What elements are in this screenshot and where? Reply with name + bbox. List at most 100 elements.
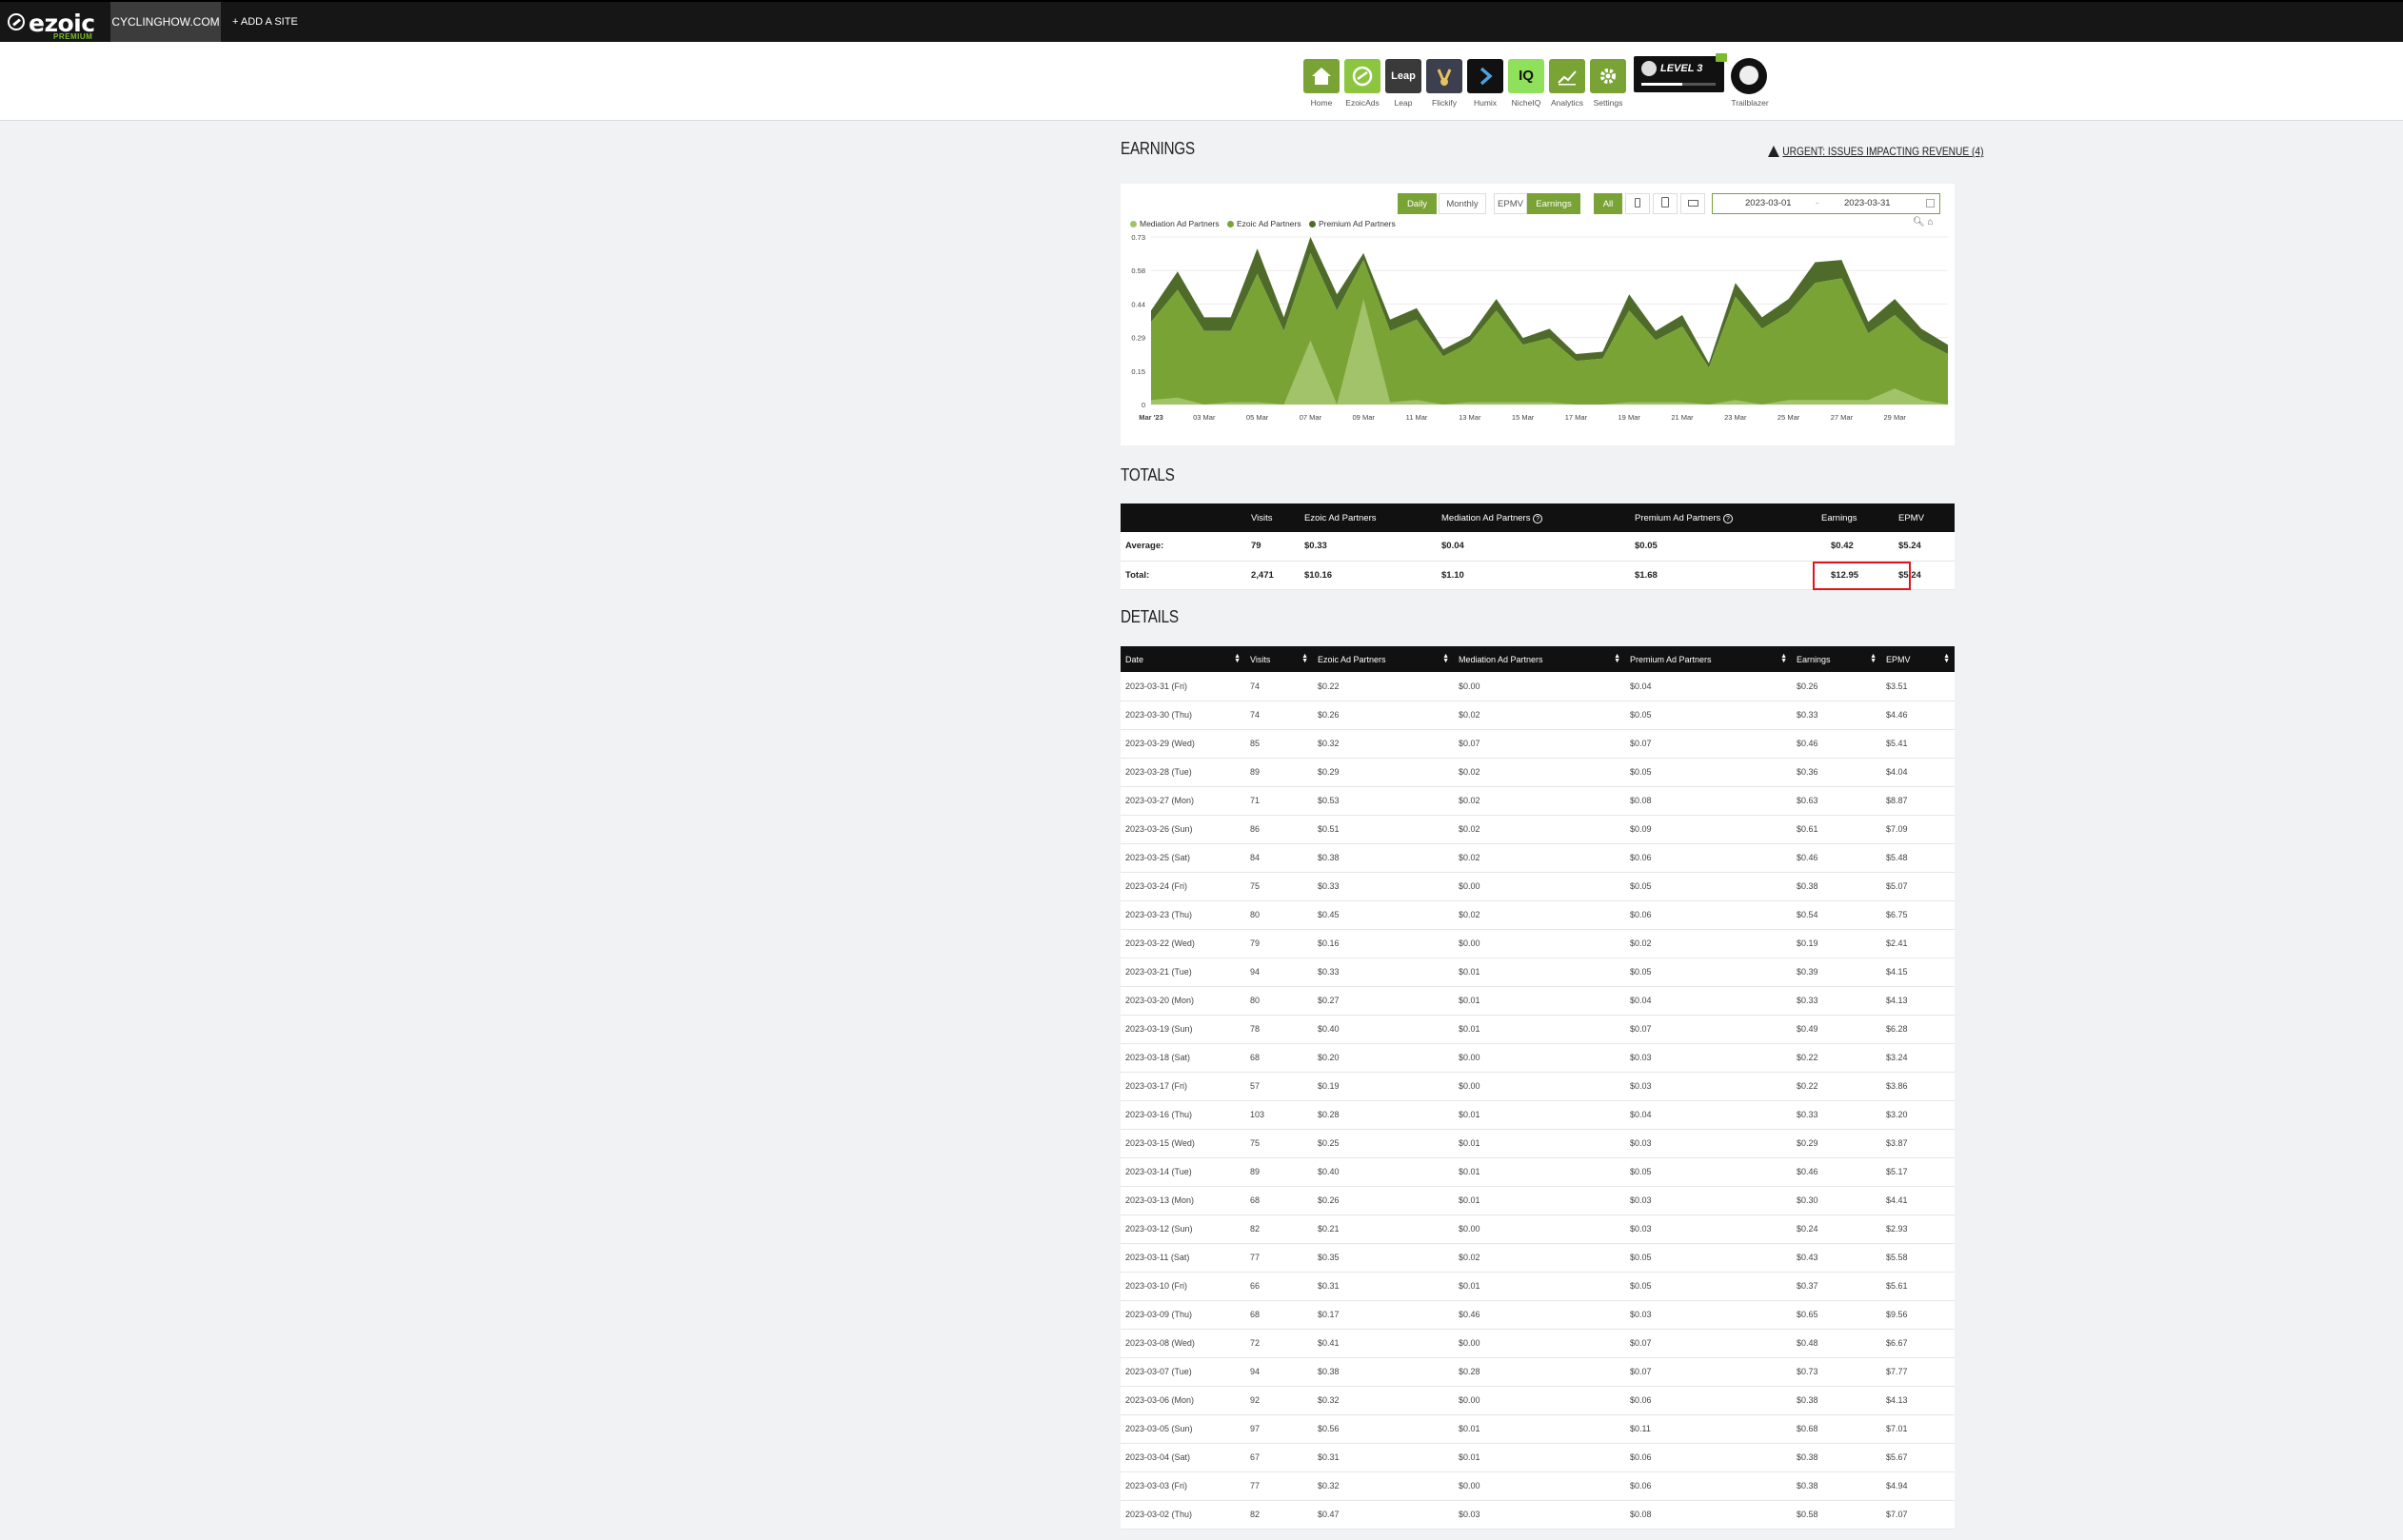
cell: $0.00: [1454, 1072, 1625, 1101]
cell: $2.93: [1881, 1214, 1955, 1244]
date-range-picker[interactable]: 2023-03-01 - 2023-03-31: [1712, 193, 1940, 214]
cell: $0.30: [1792, 1186, 1881, 1215]
trailblazer-avatar[interactable]: [1731, 58, 1767, 94]
cell: 72: [1245, 1329, 1313, 1358]
app-nicheiq[interactable]: IQ NicheIQ: [1507, 59, 1545, 108]
cell: $4.46: [1881, 701, 1955, 730]
legend-dot: [1130, 221, 1137, 227]
cell: 77: [1245, 1471, 1313, 1501]
cell: 80: [1245, 900, 1313, 930]
table-row: 2023-03-31 (Fri) 74 $0.22 $0.00 $0.04 $0.26 $3…: [1121, 672, 1955, 701]
cell: 79: [1245, 929, 1313, 958]
help-icon[interactable]: ?: [1722, 513, 1733, 523]
earnings-chart-card: Daily Monthly EPMV Earnings All 2023-03-…: [1121, 184, 1955, 445]
cell: $0.39: [1792, 958, 1881, 987]
cell: 57: [1245, 1072, 1313, 1101]
app-home[interactable]: Home: [1302, 59, 1341, 108]
sort-header-premium[interactable]: Premium Ad Partners ▲ ▼: [1625, 646, 1792, 672]
zoom-icon[interactable]: 🔍︎: [1913, 217, 1925, 227]
cell: $6.75: [1881, 900, 1955, 930]
add-site-link[interactable]: + ADD A SITE: [232, 2, 298, 42]
daily-button[interactable]: Daily: [1398, 193, 1437, 214]
cell: $0.53: [1313, 786, 1454, 816]
epmv-button[interactable]: EPMV: [1494, 193, 1527, 214]
legend-item-ezoic[interactable]: Ezoic Ad Partners: [1227, 219, 1301, 228]
sort-header-ezoic[interactable]: Ezoic Ad Partners ▲ ▼: [1313, 646, 1454, 672]
cell: 79: [1246, 532, 1300, 562]
cell: $0.47: [1313, 1500, 1454, 1530]
totals-header-mediation: Mediation Ad Partners ?: [1437, 503, 1630, 532]
cell: $0.17: [1313, 1300, 1454, 1330]
cell: $0.54: [1792, 900, 1881, 930]
app-settings[interactable]: Settings: [1589, 59, 1627, 108]
table-row: 2023-03-07 (Tue) 94 $0.38 $0.28 $0.07 $0.73 $7…: [1121, 1357, 1955, 1387]
cell: 92: [1245, 1386, 1313, 1415]
cell: $0.05: [1625, 701, 1792, 730]
cell: 68: [1245, 1300, 1313, 1330]
sort-header-mediation[interactable]: Mediation Ad Partners ▲ ▼: [1454, 646, 1625, 672]
app-leap[interactable]: Leap Leap: [1384, 59, 1422, 108]
date-cell: 2023-03-06 (Mon): [1121, 1386, 1245, 1415]
cell: $0.04: [1625, 986, 1792, 1016]
site-selector[interactable]: CYCLINGHOW.COM: [110, 2, 221, 42]
x-tick-label: 11 Mar: [1406, 413, 1428, 422]
date-cell: 2023-03-13 (Mon): [1121, 1186, 1245, 1215]
sort-header-date[interactable]: Date ▲ ▼: [1121, 646, 1245, 672]
all-devices-button[interactable]: All: [1594, 193, 1622, 214]
help-icon[interactable]: ?: [1533, 513, 1543, 523]
cell: $0.01: [1454, 958, 1625, 987]
earnings-button[interactable]: Earnings: [1527, 193, 1580, 214]
cell: $0.31: [1313, 1272, 1454, 1301]
date-cell: 2023-03-12 (Sun): [1121, 1214, 1245, 1244]
cell: $0.04: [1437, 532, 1630, 562]
table-row: 2023-03-16 (Thu) 103 $0.28 $0.01 $0.04 $0.33 $…: [1121, 1100, 1955, 1130]
cell: $0.22: [1313, 672, 1454, 701]
cell: $0.01: [1454, 1443, 1625, 1472]
cell: $0.19: [1313, 1072, 1454, 1101]
legend-item-mediation[interactable]: Mediation Ad Partners: [1130, 219, 1220, 228]
mobile-device-button[interactable]: [1625, 193, 1650, 214]
desktop-device-button[interactable]: [1680, 193, 1705, 214]
cell: 80: [1245, 986, 1313, 1016]
app-label: Settings: [1593, 98, 1623, 108]
app-analytics[interactable]: Analytics: [1548, 59, 1586, 108]
envelope-icon[interactable]: [1716, 53, 1727, 62]
urgent-issues-link[interactable]: URGENT: ISSUES IMPACTING REVENUE (4): [1768, 145, 1984, 158]
totals-table: Visits Ezoic Ad Partners Mediation Ad Pa…: [1121, 503, 1955, 590]
sort-icon: ▲ ▼: [1234, 653, 1241, 664]
cell: $9.56: [1881, 1300, 1955, 1330]
cell: $0.33: [1792, 986, 1881, 1016]
cell: $0.33: [1300, 532, 1437, 562]
level-badge[interactable]: LEVEL 3: [1634, 56, 1724, 92]
legend-dot: [1227, 221, 1235, 227]
reset-zoom-home-icon[interactable]: ⌂: [1927, 217, 1933, 227]
cell: 75: [1245, 872, 1313, 901]
calendar-icon: [1926, 199, 1935, 207]
table-row: 2023-03-09 (Thu) 68 $0.17 $0.46 $0.03 $0.65 $9…: [1121, 1300, 1955, 1330]
ezoic-logo[interactable]: ezoic PREMIUM: [8, 8, 103, 41]
app-humix[interactable]: Humix: [1466, 59, 1504, 108]
date-cell: 2023-03-17 (Fri): [1121, 1072, 1245, 1101]
earnings-title: EARNINGS: [1121, 139, 1195, 158]
cell: $0.51: [1313, 815, 1454, 844]
cell: $0.40: [1313, 1015, 1454, 1044]
app-ezoicads[interactable]: EzoicAds: [1343, 59, 1381, 108]
legend-label: Ezoic Ad Partners: [1237, 219, 1301, 228]
sort-header-epmv[interactable]: EPMV ▲ ▼: [1881, 646, 1955, 672]
app-flickify[interactable]: Flickify: [1425, 59, 1463, 108]
app-label: Humix: [1473, 98, 1498, 108]
cell: 68: [1245, 1186, 1313, 1215]
app-label: EzoicAds: [1345, 98, 1380, 108]
cell: $0.01: [1454, 1414, 1625, 1444]
legend-item-premium[interactable]: Premium Ad Partners: [1308, 219, 1396, 228]
date-cell: 2023-03-27 (Mon): [1121, 786, 1245, 816]
sort-header-visits[interactable]: Visits ▲ ▼: [1245, 646, 1313, 672]
monthly-button[interactable]: Monthly: [1439, 193, 1486, 214]
cell: $4.13: [1881, 1386, 1955, 1415]
cell: $0.38: [1313, 1357, 1454, 1387]
sort-header-earnings[interactable]: Earnings ▲ ▼: [1792, 646, 1881, 672]
tablet-device-button[interactable]: [1653, 193, 1678, 214]
cell: $0.32: [1313, 729, 1454, 759]
app-label: Flickify: [1432, 98, 1457, 108]
app-nav-bar: Home EzoicAds Leap Leap Flickify Humix I…: [0, 42, 2403, 121]
